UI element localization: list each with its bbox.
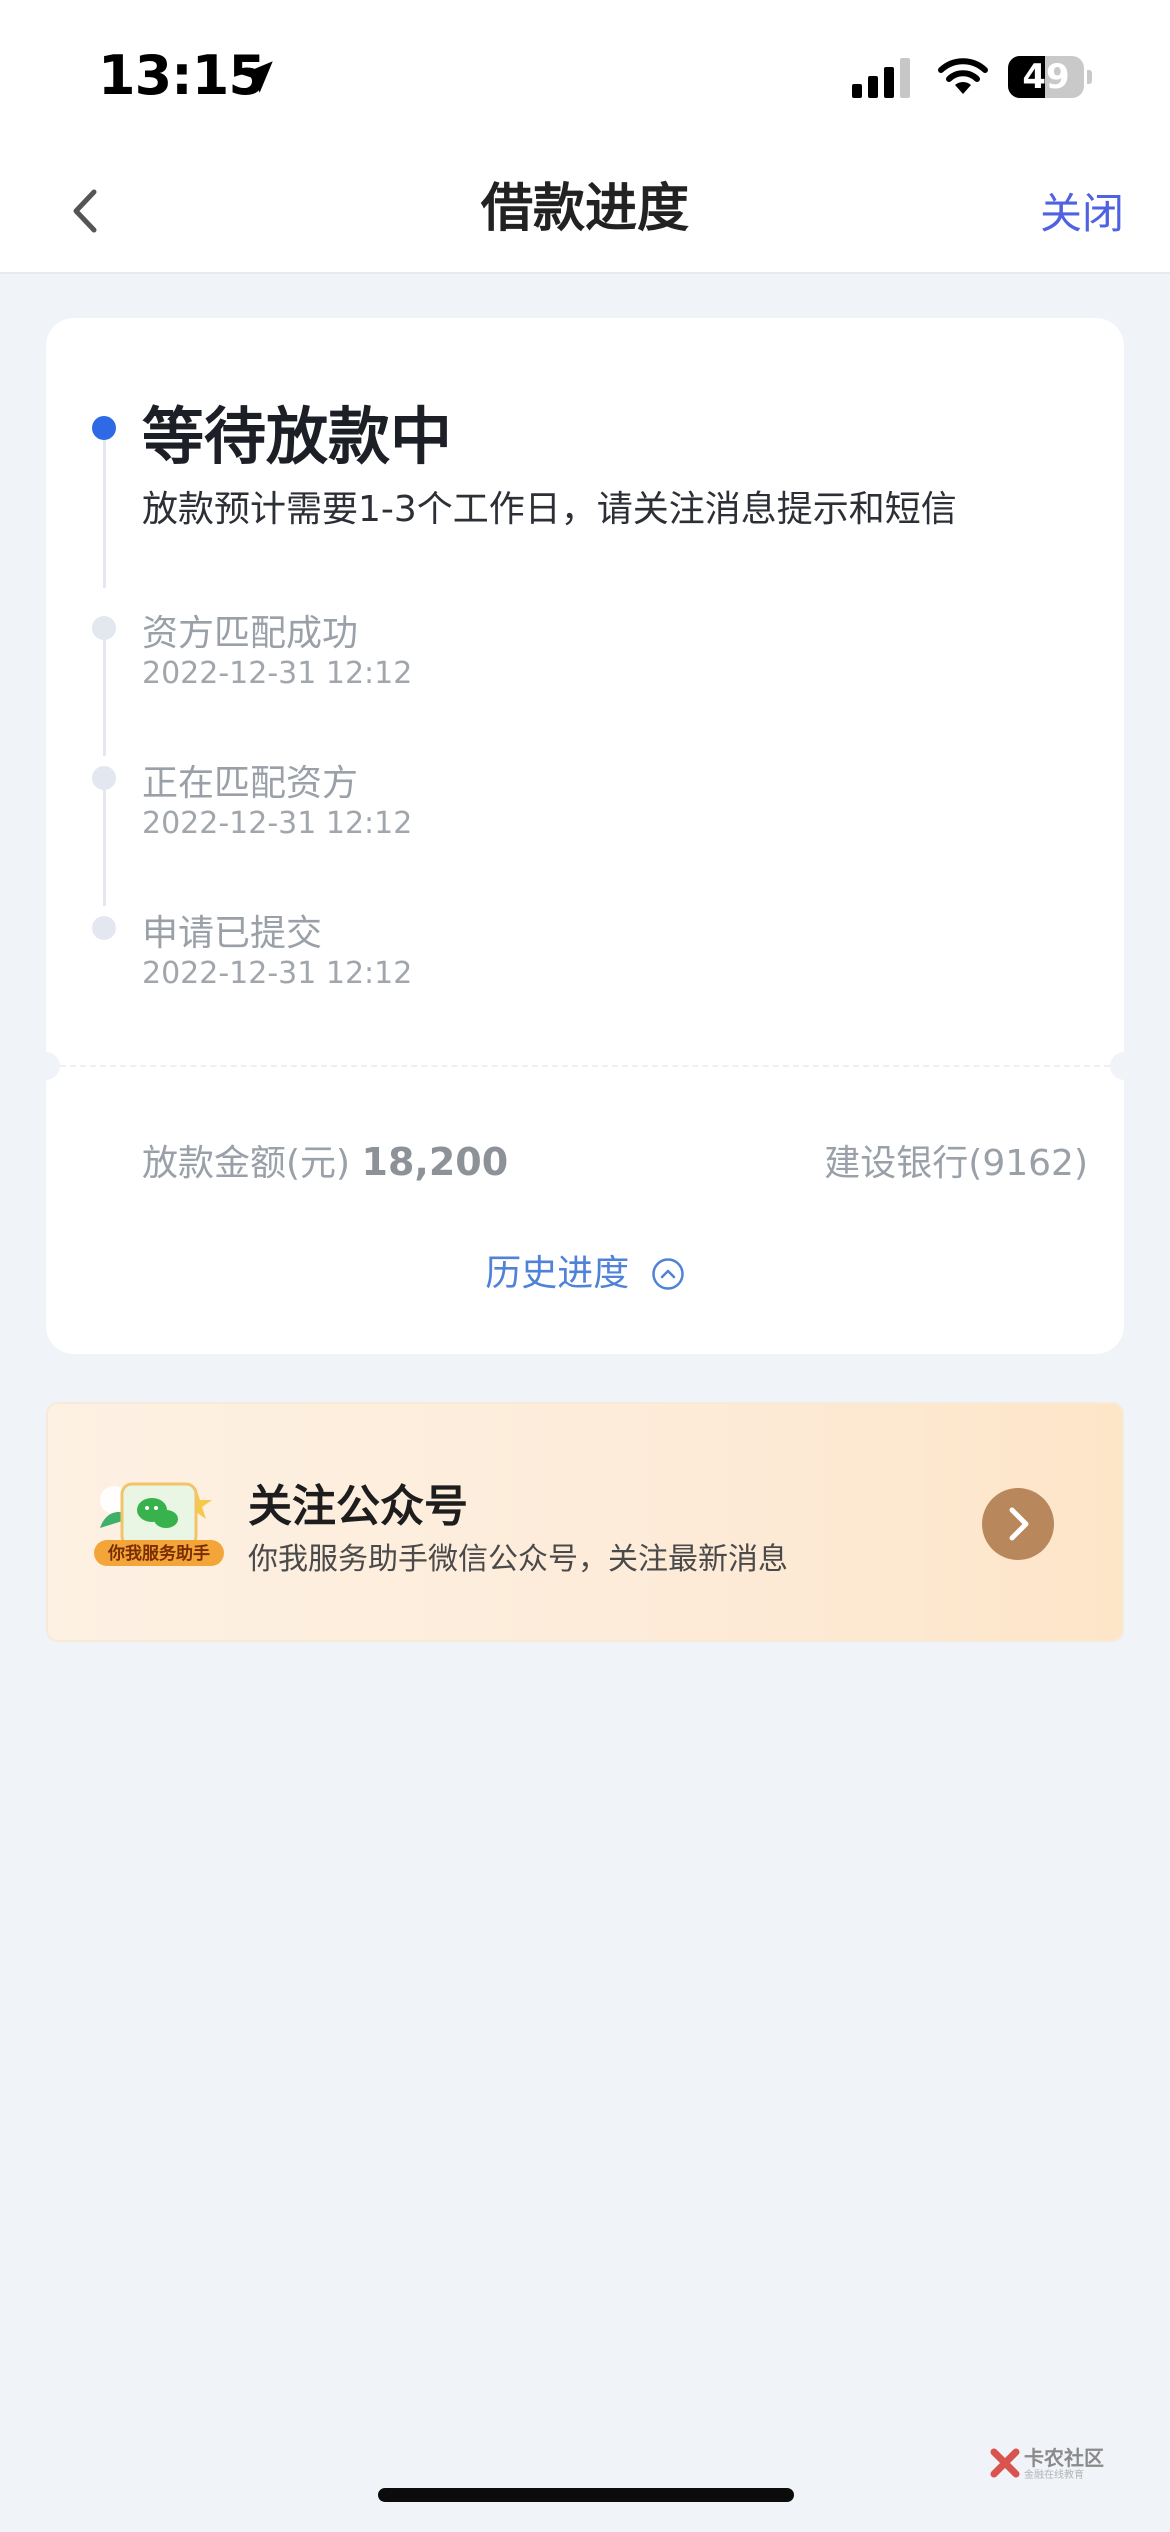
step-title: 申请已提交 (142, 913, 323, 954)
timeline-dot (92, 766, 116, 790)
loan-progress-card: 等待放款中 放款预计需要1-3个工作日，请关注消息提示和短信 资方匹配成功 20… (32, 318, 1138, 1354)
follow-official-account-banner[interactable]: 你我服务助手 关注公众号 你我服务助手微信公众号，关注最新消息 (46, 1402, 1124, 1642)
battery-level-text: 49 (1022, 57, 1070, 97)
step-title: 正在匹配资方 (142, 763, 359, 804)
timeline-line (103, 428, 106, 588)
card-notch-left (32, 1052, 60, 1080)
step-time: 2022-12-31 12:12 (142, 956, 413, 991)
battery-indicator: 49 (1008, 56, 1092, 98)
promo-title: 关注公众号 (248, 1481, 468, 1532)
home-indicator (378, 2488, 794, 2502)
wifi-icon (938, 58, 988, 94)
timeline-dot (92, 616, 116, 640)
loan-amount: 放款金额(元) 18,200 (142, 1134, 508, 1186)
assistant-badge-text: 你我服务助手 (107, 1543, 210, 1564)
page-title: 借款进度 (480, 179, 689, 239)
history-progress-label: 历史进度 (485, 1253, 630, 1294)
current-status-desc: 放款预计需要1-3个工作日，请关注消息提示和短信 (142, 489, 957, 530)
promo-subtitle: 你我服务助手微信公众号，关注最新消息 (248, 1542, 788, 1577)
card-notch-right (1110, 1052, 1138, 1080)
step-title: 资方匹配成功 (142, 613, 359, 654)
chevron-left-icon (73, 189, 97, 233)
step-time: 2022-12-31 12:12 (142, 806, 413, 841)
wechat-assistant-logo-icon: 你我服务助手 (94, 1482, 224, 1566)
watermark-logo-icon (990, 2448, 1020, 2478)
battery-cap (1087, 70, 1092, 84)
current-status-title: 等待放款中 (142, 400, 453, 473)
chevron-right-icon (1009, 1507, 1029, 1541)
status-bar: 13:15 49 (0, 0, 1170, 150)
bank-account: 建设银行(9162) (824, 1143, 1088, 1184)
watermark: 卡农社区 金融在线教育 (988, 2442, 1112, 2486)
page: 13:15 49 借款进度 关闭 等待放款中 放款预计需要1-3个工作日，请关注… (0, 0, 1170, 2532)
dashed-divider (60, 1065, 1110, 1067)
timeline-line (103, 778, 106, 906)
cellular-signal-icon (852, 58, 910, 98)
navigation-bar: 借款进度 关闭 (0, 150, 1170, 274)
watermark-subtitle: 金融在线教育 (1024, 2470, 1084, 2481)
timeline-line (103, 628, 106, 756)
loan-amount-value: 18,200 (361, 1140, 509, 1184)
loan-amount-label: 放款金额(元) (142, 1143, 351, 1184)
timeline-dot (92, 916, 116, 940)
back-button[interactable] (50, 176, 120, 246)
step-time: 2022-12-31 12:12 (142, 656, 413, 691)
close-button[interactable]: 关闭 (1040, 180, 1124, 241)
chevron-up-circle-icon (651, 1258, 684, 1290)
timeline-dot-current (92, 416, 116, 440)
history-progress-button[interactable]: 历史进度 (46, 1244, 1124, 1296)
location-arrow-icon (241, 61, 273, 93)
promo-arrow-button[interactable] (982, 1488, 1054, 1560)
battery-body: 49 (1008, 56, 1084, 98)
